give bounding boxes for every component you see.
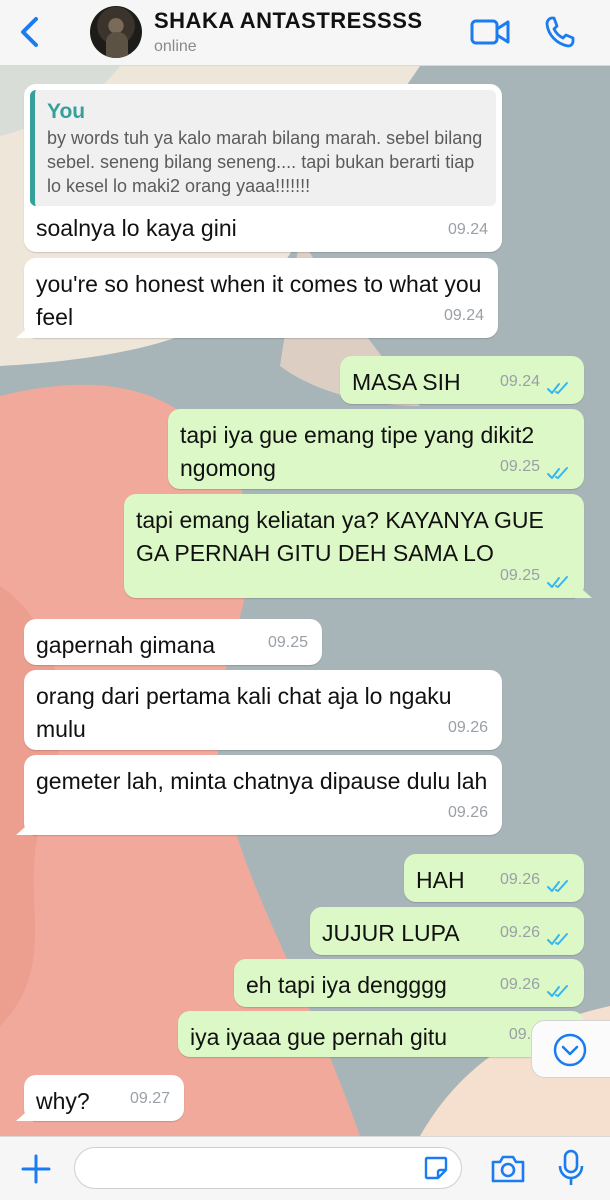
quote-author: You: [47, 100, 86, 123]
outgoing-message[interactable]: JUJUR LUPA 09.26: [310, 907, 584, 955]
plus-icon[interactable]: [20, 1153, 52, 1185]
contact-name[interactable]: SHAKA ANTASTRESSSS: [154, 8, 423, 34]
outgoing-message[interactable]: MASA SIH 09.24: [340, 356, 584, 404]
camera-icon[interactable]: [490, 1153, 526, 1185]
message-text: soalnya lo kaya gini: [36, 215, 237, 241]
message-time: 09.26: [447, 719, 488, 736]
message-time: 09.25: [267, 634, 308, 651]
message-text: you're so honest when it comes to what y…: [36, 271, 482, 330]
message-time: 09.26: [447, 804, 488, 821]
quote-text: by words tuh ya kalo marah bilang marah.…: [47, 128, 483, 196]
chat-header: SHAKA ANTASTRESSSS online: [0, 0, 610, 66]
quoted-message[interactable]: You by words tuh ya kalo marah bilang mar…: [30, 90, 496, 206]
message-time: 09.26: [499, 924, 540, 941]
phone-icon[interactable]: [544, 15, 576, 49]
message-time: 09.25: [499, 567, 540, 584]
message-input[interactable]: [74, 1147, 462, 1189]
read-ticks-icon: [547, 933, 568, 945]
scroll-to-bottom-button[interactable]: [531, 1020, 610, 1078]
outgoing-message[interactable]: tapi iya gue emang tipe yang dikit2 ngom…: [168, 409, 584, 489]
read-ticks-icon: [547, 576, 568, 588]
message-time: 09.24: [447, 221, 488, 238]
message-text: orang dari pertama kali chat aja lo ngak…: [36, 683, 452, 742]
message-time: 09.24: [443, 307, 484, 324]
read-ticks-icon: [547, 467, 568, 479]
chevron-down-circle-icon: [553, 1033, 587, 1067]
message-time: 09.25: [499, 458, 540, 475]
contact-status: online: [154, 38, 197, 55]
input-bar: [0, 1136, 610, 1200]
outgoing-message[interactable]: eh tapi iya dengggg 09.26: [234, 959, 584, 1007]
chevron-left-icon[interactable]: [14, 14, 46, 50]
incoming-message[interactable]: gapernah gimana 09.25: [24, 619, 322, 665]
message-text: gemeter lah, minta chatnya dipause dulu …: [36, 768, 488, 794]
sticker-icon[interactable]: [423, 1155, 449, 1181]
outgoing-message[interactable]: iya iyaaa gue pernah gitu 09.2: [178, 1011, 584, 1057]
incoming-message[interactable]: You by words tuh ya kalo marah bilang mar…: [24, 84, 502, 252]
incoming-message[interactable]: gemeter lah, minta chatnya dipause dulu …: [24, 755, 502, 835]
message-time: 09.26: [499, 976, 540, 993]
message-time: 09.26: [499, 871, 540, 888]
incoming-message[interactable]: orang dari pertama kali chat aja lo ngak…: [24, 670, 502, 750]
message-time: 09.27: [129, 1090, 170, 1107]
outgoing-message[interactable]: tapi emang keliatan ya? KAYANYA GUE GA P…: [124, 494, 584, 598]
read-ticks-icon: [547, 985, 568, 997]
read-ticks-icon: [547, 880, 568, 892]
outgoing-message[interactable]: HAH 09.26: [404, 854, 584, 902]
read-ticks-icon: [547, 382, 568, 394]
message-time: 09.24: [499, 373, 540, 390]
video-camera-icon[interactable]: [470, 17, 510, 47]
microphone-icon[interactable]: [558, 1149, 584, 1187]
incoming-message[interactable]: you're so honest when it comes to what y…: [24, 258, 498, 338]
incoming-message[interactable]: why? 09.27: [24, 1075, 184, 1121]
avatar[interactable]: [90, 6, 142, 58]
